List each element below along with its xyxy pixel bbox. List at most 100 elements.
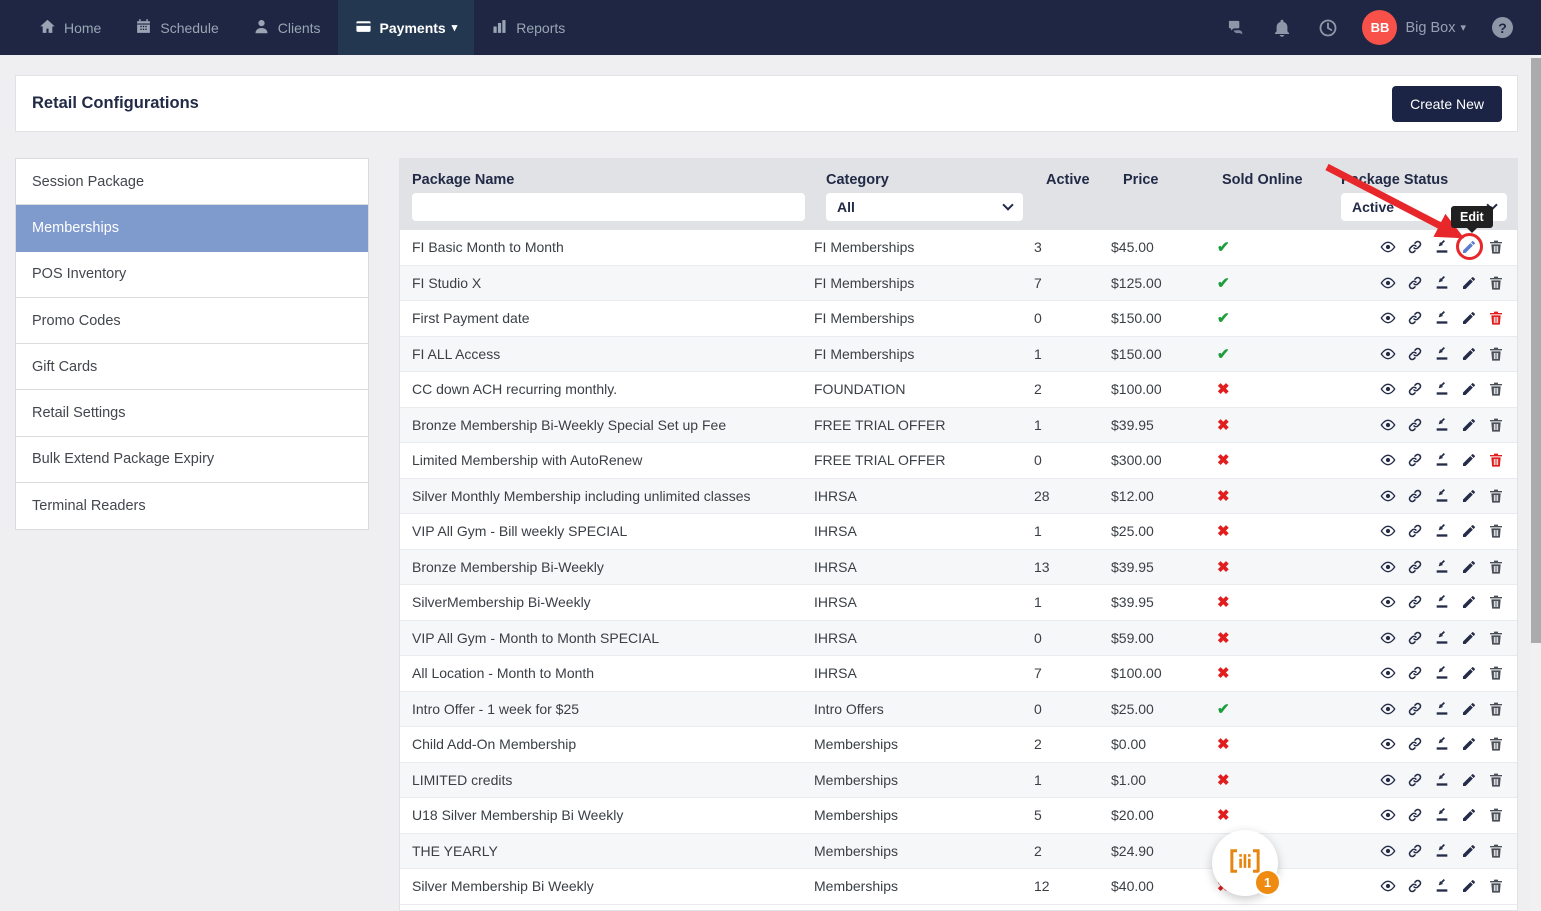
import-icon[interactable] <box>1434 417 1450 433</box>
import-icon[interactable] <box>1434 488 1450 504</box>
link-icon[interactable] <box>1407 488 1423 504</box>
import-icon[interactable] <box>1434 878 1450 894</box>
sidebar-item-gift-cards[interactable]: Gift Cards <box>16 344 368 390</box>
edit-icon[interactable] <box>1461 239 1477 255</box>
view-icon[interactable] <box>1380 346 1396 362</box>
delete-icon[interactable] <box>1488 381 1504 397</box>
link-icon[interactable] <box>1407 878 1423 894</box>
view-icon[interactable] <box>1380 452 1396 468</box>
link-icon[interactable] <box>1407 381 1423 397</box>
import-icon[interactable] <box>1434 559 1450 575</box>
sidebar-item-memberships[interactable]: Memberships <box>16 205 368 251</box>
delete-icon[interactable] <box>1488 807 1504 823</box>
view-icon[interactable] <box>1380 310 1396 326</box>
import-icon[interactable] <box>1434 807 1450 823</box>
edit-icon[interactable] <box>1461 807 1477 823</box>
import-icon[interactable] <box>1434 772 1450 788</box>
create-new-button[interactable]: Create New <box>1392 86 1502 122</box>
package-status-filter-select[interactable]: Active <box>1341 193 1507 221</box>
link-icon[interactable] <box>1407 843 1423 859</box>
delete-icon[interactable] <box>1488 701 1504 717</box>
sidebar-item-terminal-readers[interactable]: Terminal Readers <box>16 483 368 529</box>
delete-icon[interactable] <box>1488 310 1504 326</box>
import-icon[interactable] <box>1434 310 1450 326</box>
view-icon[interactable] <box>1380 878 1396 894</box>
vertical-scrollbar-track[interactable] <box>1531 55 1541 911</box>
import-icon[interactable] <box>1434 736 1450 752</box>
sidebar-item-session-package[interactable]: Session Package <box>16 159 368 205</box>
link-icon[interactable] <box>1407 665 1423 681</box>
vertical-scrollbar-thumb[interactable] <box>1531 58 1541 643</box>
edit-icon[interactable] <box>1461 594 1477 610</box>
barcode-scanner-widget[interactable]: 1 <box>1212 830 1278 896</box>
delete-icon[interactable] <box>1488 275 1504 291</box>
view-icon[interactable] <box>1380 594 1396 610</box>
delete-icon[interactable] <box>1488 417 1504 433</box>
category-filter-select[interactable]: All <box>826 193 1023 221</box>
import-icon[interactable] <box>1434 452 1450 468</box>
edit-icon[interactable] <box>1461 843 1477 859</box>
delete-icon[interactable] <box>1488 452 1504 468</box>
link-icon[interactable] <box>1407 630 1423 646</box>
package-name-filter-input[interactable] <box>412 193 805 221</box>
import-icon[interactable] <box>1434 239 1450 255</box>
link-icon[interactable] <box>1407 559 1423 575</box>
view-icon[interactable] <box>1380 736 1396 752</box>
sidebar-item-retail-settings[interactable]: Retail Settings <box>16 390 368 436</box>
link-icon[interactable] <box>1407 310 1423 326</box>
help-icon[interactable]: ? <box>1492 17 1513 38</box>
nav-item-home[interactable]: Home <box>22 0 118 55</box>
delete-icon[interactable] <box>1488 488 1504 504</box>
delete-icon[interactable] <box>1488 594 1504 610</box>
edit-icon[interactable] <box>1461 310 1477 326</box>
bell-icon[interactable] <box>1272 18 1292 38</box>
delete-icon[interactable] <box>1488 736 1504 752</box>
import-icon[interactable] <box>1434 346 1450 362</box>
edit-icon[interactable] <box>1461 381 1477 397</box>
edit-icon[interactable] <box>1461 665 1477 681</box>
delete-icon[interactable] <box>1488 878 1504 894</box>
edit-icon[interactable] <box>1461 275 1477 291</box>
view-icon[interactable] <box>1380 275 1396 291</box>
edit-icon[interactable] <box>1461 559 1477 575</box>
import-icon[interactable] <box>1434 523 1450 539</box>
delete-icon[interactable] <box>1488 665 1504 681</box>
import-icon[interactable] <box>1434 381 1450 397</box>
edit-icon[interactable] <box>1461 772 1477 788</box>
edit-icon[interactable] <box>1461 488 1477 504</box>
clock-icon[interactable] <box>1318 18 1338 38</box>
link-icon[interactable] <box>1407 417 1423 433</box>
delete-icon[interactable] <box>1488 523 1504 539</box>
delete-icon[interactable] <box>1488 559 1504 575</box>
delete-icon[interactable] <box>1488 239 1504 255</box>
import-icon[interactable] <box>1434 665 1450 681</box>
view-icon[interactable] <box>1380 559 1396 575</box>
view-icon[interactable] <box>1380 239 1396 255</box>
chat-icon[interactable] <box>1226 18 1246 38</box>
sidebar-item-bulk-extend-package-expiry[interactable]: Bulk Extend Package Expiry <box>16 437 368 483</box>
edit-icon[interactable] <box>1461 630 1477 646</box>
view-icon[interactable] <box>1380 417 1396 433</box>
nav-item-reports[interactable]: Reports <box>474 0 582 55</box>
delete-icon[interactable] <box>1488 843 1504 859</box>
link-icon[interactable] <box>1407 701 1423 717</box>
view-icon[interactable] <box>1380 843 1396 859</box>
import-icon[interactable] <box>1434 275 1450 291</box>
view-icon[interactable] <box>1380 701 1396 717</box>
nav-item-schedule[interactable]: Schedule <box>118 0 235 55</box>
link-icon[interactable] <box>1407 452 1423 468</box>
link-icon[interactable] <box>1407 523 1423 539</box>
sidebar-item-pos-inventory[interactable]: POS Inventory <box>16 252 368 298</box>
avatar[interactable]: BB <box>1362 10 1397 45</box>
edit-icon[interactable] <box>1461 701 1477 717</box>
view-icon[interactable] <box>1380 381 1396 397</box>
account-dropdown[interactable]: Big Box ▾ <box>1405 20 1466 36</box>
view-icon[interactable] <box>1380 807 1396 823</box>
view-icon[interactable] <box>1380 488 1396 504</box>
nav-item-clients[interactable]: Clients <box>236 0 338 55</box>
link-icon[interactable] <box>1407 346 1423 362</box>
link-icon[interactable] <box>1407 807 1423 823</box>
link-icon[interactable] <box>1407 772 1423 788</box>
import-icon[interactable] <box>1434 843 1450 859</box>
link-icon[interactable] <box>1407 239 1423 255</box>
